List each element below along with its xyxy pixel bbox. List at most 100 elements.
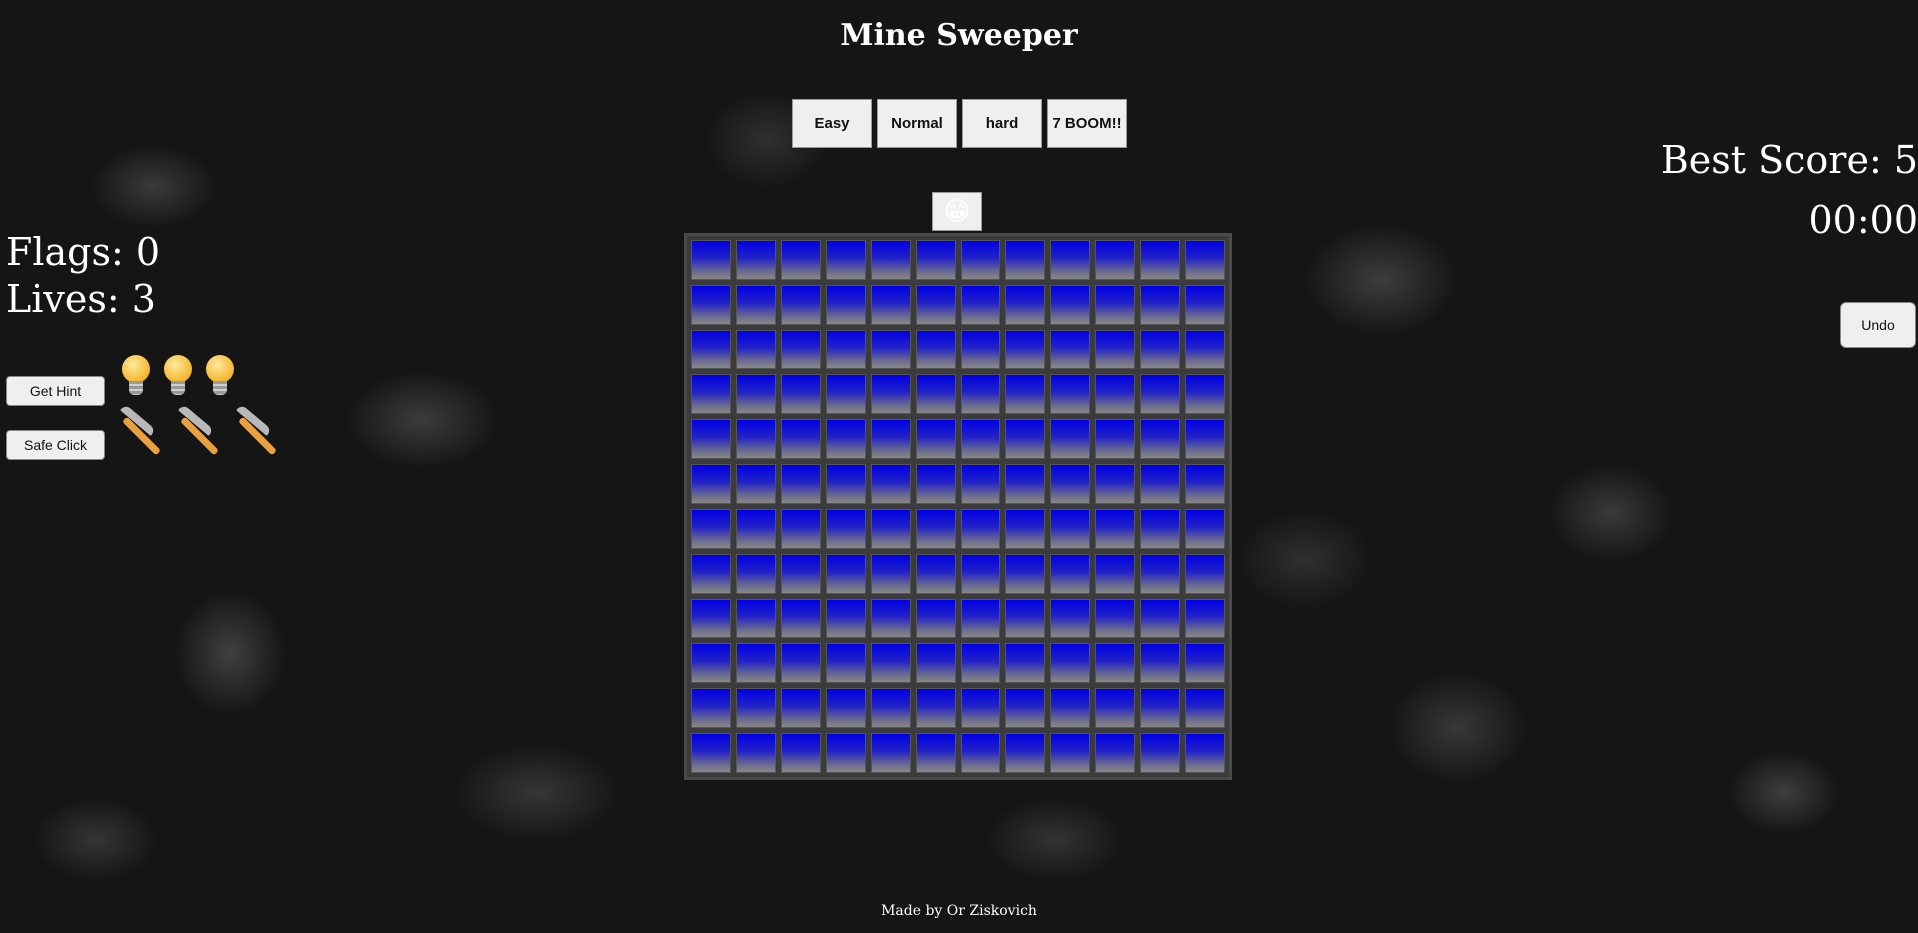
board-cell[interactable]: [960, 284, 1001, 325]
board-cell[interactable]: [780, 374, 821, 415]
board-cell[interactable]: [870, 598, 911, 639]
board-cell[interactable]: [691, 284, 731, 325]
board-cell[interactable]: [870, 643, 911, 684]
board-cell[interactable]: [735, 419, 776, 460]
board-cell[interactable]: [691, 688, 731, 729]
board-cell[interactable]: [1050, 464, 1091, 504]
board-cell[interactable]: [1185, 643, 1225, 684]
board-cell[interactable]: [1185, 464, 1225, 504]
level-easy-button[interactable]: Easy: [792, 99, 872, 148]
board-cell[interactable]: [825, 374, 866, 415]
board-cell[interactable]: [870, 733, 911, 773]
board-cell[interactable]: [960, 643, 1001, 684]
board-cell[interactable]: [1005, 733, 1046, 773]
board-cell[interactable]: [915, 688, 956, 729]
board-cell[interactable]: [960, 688, 1001, 729]
board-cell[interactable]: [1140, 464, 1181, 504]
board-cell[interactable]: [1095, 240, 1136, 280]
board-cell[interactable]: [1005, 688, 1046, 729]
board-cell[interactable]: [691, 733, 731, 773]
board-cell[interactable]: [1140, 240, 1181, 280]
board-cell[interactable]: [1050, 284, 1091, 325]
board-cell[interactable]: [1140, 643, 1181, 684]
board-cell[interactable]: [1095, 284, 1136, 325]
lightbulb-icon[interactable]: [118, 355, 154, 401]
board-cell[interactable]: [915, 284, 956, 325]
board-cell[interactable]: [870, 329, 911, 370]
board-cell[interactable]: [1140, 419, 1181, 460]
board-cell[interactable]: [691, 508, 731, 549]
board-cell[interactable]: [1185, 284, 1225, 325]
board-cell[interactable]: [870, 553, 911, 594]
board-cell[interactable]: [691, 598, 731, 639]
board-cell[interactable]: [915, 329, 956, 370]
board-cell[interactable]: [915, 508, 956, 549]
board-cell[interactable]: [1185, 553, 1225, 594]
board-cell[interactable]: [960, 240, 1001, 280]
board-cell[interactable]: [870, 688, 911, 729]
level-normal-button[interactable]: Normal: [877, 99, 957, 148]
board-cell[interactable]: [1005, 464, 1046, 504]
board-cell[interactable]: [1140, 553, 1181, 594]
board-cell[interactable]: [915, 464, 956, 504]
board-cell[interactable]: [691, 240, 731, 280]
board-cell[interactable]: [780, 688, 821, 729]
lightbulb-icon[interactable]: [202, 355, 238, 401]
board-cell[interactable]: [1140, 598, 1181, 639]
board-cell[interactable]: [825, 508, 866, 549]
board-cell[interactable]: [735, 464, 776, 504]
board-cell[interactable]: [1005, 329, 1046, 370]
board-cell[interactable]: [1185, 508, 1225, 549]
board-cell[interactable]: [1095, 598, 1136, 639]
board-cell[interactable]: [735, 688, 776, 729]
board-cell[interactable]: [915, 598, 956, 639]
pickaxe-icon[interactable]: [118, 404, 162, 456]
board-cell[interactable]: [1140, 688, 1181, 729]
board-cell[interactable]: [735, 508, 776, 549]
board-cell[interactable]: [1140, 329, 1181, 370]
board-cell[interactable]: [780, 464, 821, 504]
board-cell[interactable]: [735, 643, 776, 684]
undo-button[interactable]: Undo: [1840, 302, 1916, 348]
board-cell[interactable]: [960, 419, 1001, 460]
board-cell[interactable]: [960, 733, 1001, 773]
board-cell[interactable]: [1095, 464, 1136, 504]
board-cell[interactable]: [735, 553, 776, 594]
board-cell[interactable]: [1140, 733, 1181, 773]
board-cell[interactable]: [1050, 419, 1091, 460]
board-cell[interactable]: [735, 598, 776, 639]
pickaxe-icon[interactable]: [176, 404, 220, 456]
board-cell[interactable]: [1050, 374, 1091, 415]
board-cell[interactable]: [825, 733, 866, 773]
board-cell[interactable]: [1050, 688, 1091, 729]
board-cell[interactable]: [780, 508, 821, 549]
board-cell[interactable]: [870, 508, 911, 549]
board-cell[interactable]: [960, 508, 1001, 549]
board-cell[interactable]: [870, 419, 911, 460]
board-cell[interactable]: [1095, 643, 1136, 684]
board-cell[interactable]: [870, 374, 911, 415]
board-cell[interactable]: [870, 284, 911, 325]
board-cell[interactable]: [780, 643, 821, 684]
board-cell[interactable]: [691, 419, 731, 460]
board-cell[interactable]: [1140, 374, 1181, 415]
board-cell[interactable]: [825, 284, 866, 325]
board-cell[interactable]: [1140, 508, 1181, 549]
board-cell[interactable]: [780, 284, 821, 325]
board-cell[interactable]: [960, 464, 1001, 504]
board-cell[interactable]: [1050, 240, 1091, 280]
board-cell[interactable]: [1095, 688, 1136, 729]
board-cell[interactable]: [915, 419, 956, 460]
board-cell[interactable]: [1140, 284, 1181, 325]
board-cell[interactable]: [915, 643, 956, 684]
board-cell[interactable]: [735, 329, 776, 370]
board-cell[interactable]: [1005, 643, 1046, 684]
board-cell[interactable]: [1095, 508, 1136, 549]
board-cell[interactable]: [1185, 374, 1225, 415]
board-cell[interactable]: [870, 464, 911, 504]
board-cell[interactable]: [825, 688, 866, 729]
board-cell[interactable]: [1050, 733, 1091, 773]
board-cell[interactable]: [1185, 240, 1225, 280]
board-cell[interactable]: [1005, 508, 1046, 549]
board-cell[interactable]: [780, 329, 821, 370]
